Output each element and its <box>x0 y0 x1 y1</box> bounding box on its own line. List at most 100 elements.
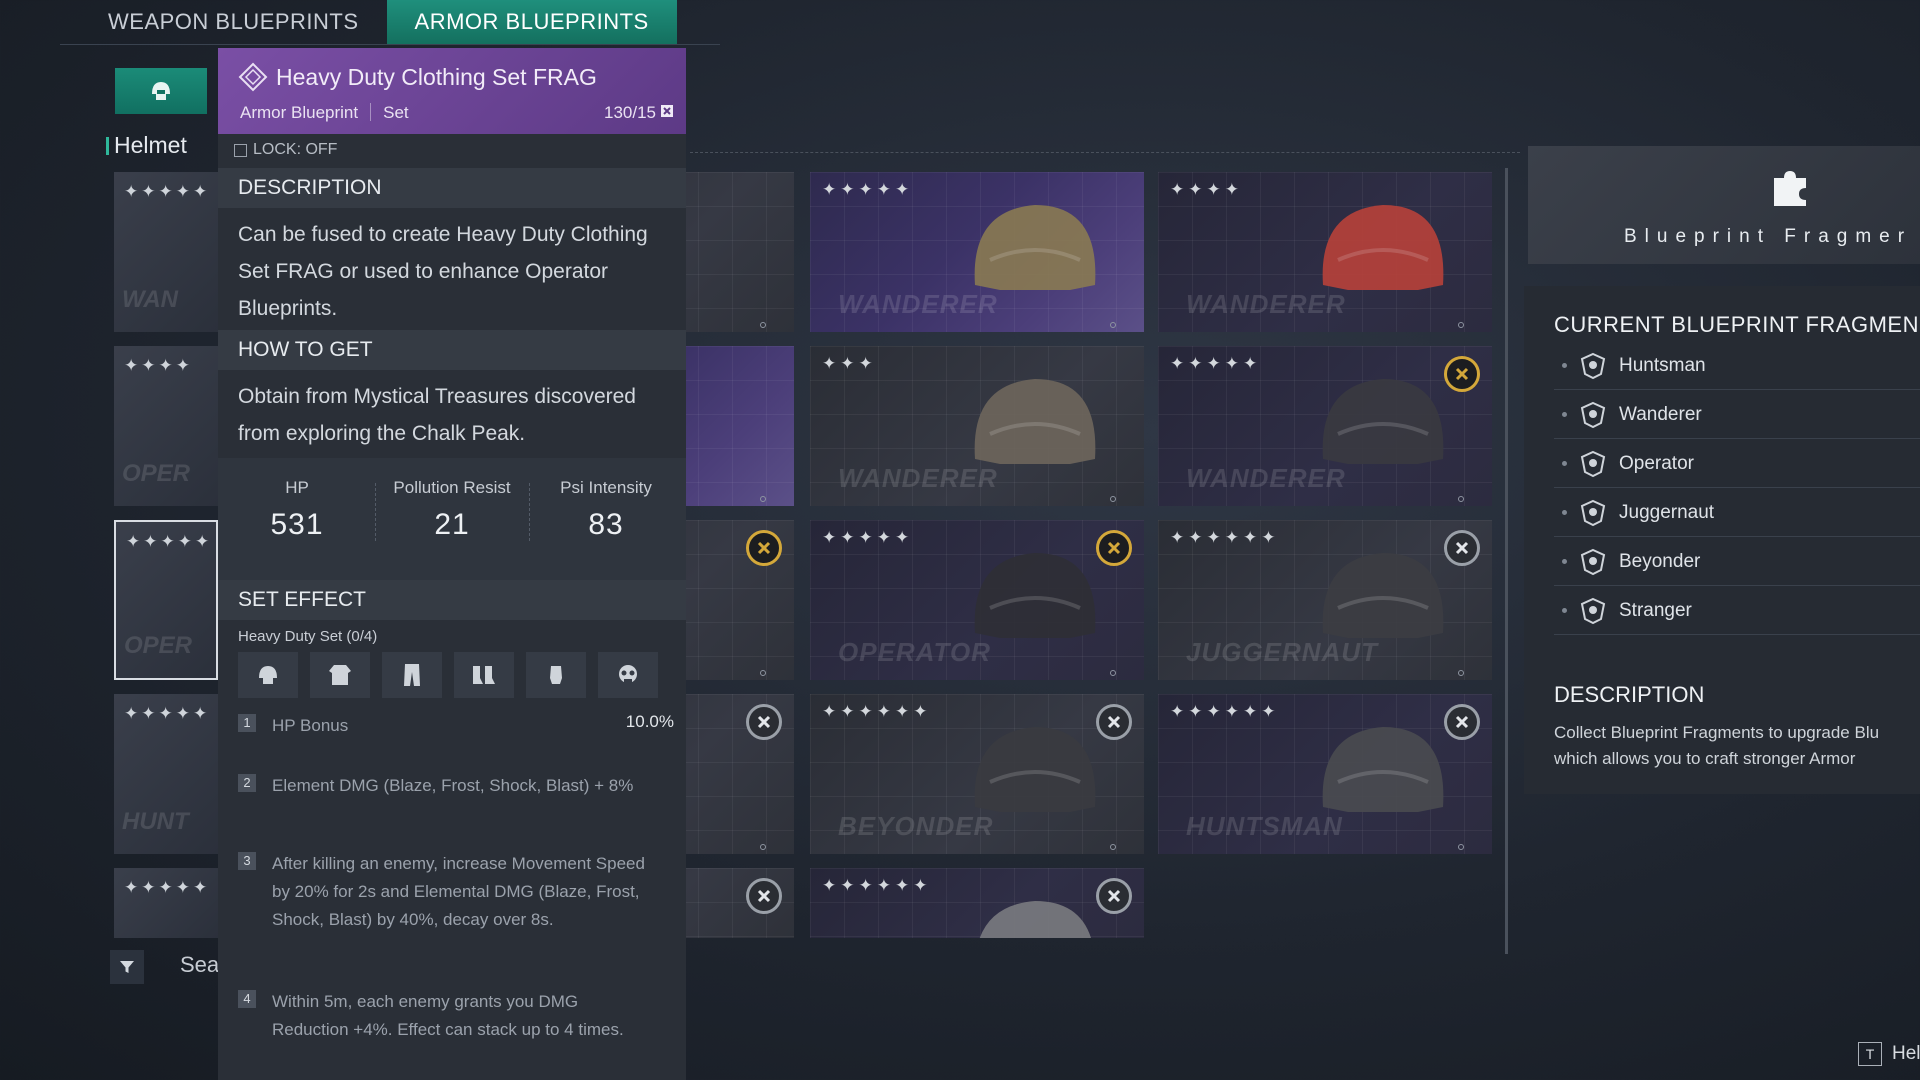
search-input[interactable]: Sea <box>180 952 219 978</box>
blueprint-card[interactable]: ✦✦✦✦✦✦ BEYONDER <box>810 694 1144 854</box>
bullet <box>1562 559 1567 564</box>
filter-button[interactable] <box>110 950 144 984</box>
fragment-description-line: Collect Blueprint Fragments to upgrade B… <box>1554 723 1880 742</box>
helmet-image <box>974 379 1096 464</box>
fragment-icon <box>661 105 673 117</box>
rarity-stars: ✦✦✦✦✦✦ <box>822 702 932 721</box>
rarity-stars: ✦✦✦ <box>822 354 877 373</box>
card-indicator-dot <box>1110 670 1116 676</box>
blueprint-card[interactable]: ✦✦✦✦✦ WANDERER <box>1158 346 1492 506</box>
pants-icon <box>404 664 420 686</box>
card-indicator-dot <box>760 322 766 328</box>
effect-text: Element DMG (Blaze, Frost, Shock, Blast)… <box>272 776 634 795</box>
tab-weapon-blueprints[interactable]: WEAPON BLUEPRINTS <box>80 0 387 44</box>
bullet <box>1562 510 1567 515</box>
blueprint-card[interactable]: ✦✦✦✦✦ WAN <box>114 172 218 332</box>
mask-icon <box>619 665 637 684</box>
card-indicator-dot <box>1110 496 1116 502</box>
blueprint-card[interactable]: ✦✦✦✦✦✦ HUNTSMAN <box>1158 694 1492 854</box>
set-piece-icons <box>238 652 658 698</box>
set-piece-helmet[interactable] <box>238 652 298 698</box>
card-indicator-dot <box>1458 670 1464 676</box>
fragment-description-line: which allows you to craft stronger Armor <box>1554 749 1856 768</box>
rarity-stars: ✦✦✦✦✦✦ <box>822 876 932 895</box>
fragment-item-operator[interactable]: Operator <box>1554 440 1920 488</box>
card-brand: OPER <box>124 632 193 659</box>
rarity-stars: ✦✦✦✦✦✦ <box>1170 702 1280 721</box>
fragment-badge-icon <box>746 878 782 914</box>
gloves-icon <box>550 666 562 684</box>
fragment-name: Stranger <box>1619 599 1692 621</box>
lock-label: LOCK: OFF <box>253 141 338 158</box>
set-piece-pants[interactable] <box>382 652 442 698</box>
set-effect-item: 1 HP Bonus 10.0% <box>238 712 674 740</box>
blueprint-card[interactable]: ✦✦✦✦✦✦ JUGGERNAUT <box>1158 520 1492 680</box>
card-indicator-dot <box>760 844 766 850</box>
fragment-name: Operator <box>1619 452 1694 474</box>
set-piece-chest[interactable] <box>310 652 370 698</box>
section-dashed-line <box>690 152 1520 153</box>
blueprint-card[interactable]: ✦✦✦✦ OPER <box>114 346 218 506</box>
blueprint-card[interactable]: ✦✦✦✦✦ WANDERER <box>810 172 1144 332</box>
detail-kind: Set <box>383 103 409 122</box>
blueprint-card[interactable]: ✦✦✦✦✦ <box>114 868 218 938</box>
blueprint-card[interactable]: ✦✦✦✦✦✦ <box>810 868 1144 938</box>
effect-text: HP Bonus <box>272 716 349 735</box>
helmet-image <box>974 553 1096 638</box>
helmet-image <box>1322 553 1444 638</box>
emblem-icon <box>1580 548 1606 575</box>
helmet-icon <box>152 82 170 100</box>
set-piece-mask[interactable] <box>598 652 658 698</box>
category-label: Helmet <box>106 132 187 158</box>
set-effect-item: 2 Element DMG (Blaze, Frost, Shock, Blas… <box>238 772 668 800</box>
filter-icon <box>120 961 134 973</box>
lock-toggle[interactable]: LOCK: OFF <box>234 141 337 159</box>
fragment-card-title: Blueprint Fragmer <box>1624 226 1913 247</box>
blueprint-card-selected[interactable]: ✦✦✦✦✦ OPER <box>114 520 218 680</box>
card-indicator-dot <box>1110 322 1116 328</box>
card-brand: WAN <box>122 286 178 313</box>
blueprint-card[interactable]: ✦✦✦ WANDERER <box>810 346 1144 506</box>
rarity-stars: ✦✦✦✦✦✦ <box>1170 528 1280 547</box>
set-piece-boots[interactable] <box>454 652 514 698</box>
helmet-image <box>974 727 1096 812</box>
fragment-item-juggernaut[interactable]: Juggernaut <box>1554 489 1920 537</box>
effect-number: 1 <box>238 714 256 732</box>
blueprint-card[interactable]: ✦✦✦✦✦ HUNT <box>114 694 218 854</box>
card-brand: OPER <box>122 460 191 487</box>
set-piece-gloves[interactable] <box>526 652 586 698</box>
fragment-item-wanderer[interactable]: Wanderer <box>1554 391 1920 439</box>
bullet <box>1562 412 1567 417</box>
scrollbar[interactable] <box>1505 168 1508 954</box>
rarity-stars: ✦✦✦✦✦ <box>124 878 211 897</box>
blueprint-diamond-icon <box>238 62 268 92</box>
helmet-image <box>1322 727 1444 812</box>
fragment-item-stranger[interactable]: Stranger <box>1554 587 1920 635</box>
stats-panel: HP 531 Pollution Resist 21 Psi Intensity… <box>218 458 686 588</box>
set-effect-item: 4 Within 5m, each enemy grants you DMG R… <box>238 988 668 1044</box>
blueprint-card[interactable]: ✦✦✦✦✦ OPERATOR <box>810 520 1144 680</box>
stat-value: 83 <box>588 508 624 541</box>
fragment-item-huntsman[interactable]: Huntsman <box>1554 342 1920 390</box>
tab-armor-blueprints[interactable]: ARMOR BLUEPRINTS <box>386 0 677 44</box>
fragment-badge-icon <box>746 530 782 566</box>
helmet-icon <box>259 666 277 684</box>
fragment-count: 130/15 <box>604 103 656 122</box>
blueprint-card[interactable]: ✦✦✦✦ WANDERER <box>1158 172 1492 332</box>
fragment-badge-icon <box>746 704 782 740</box>
category-helmet-button[interactable] <box>115 68 207 114</box>
effect-number: 3 <box>238 852 256 870</box>
emblem-icon <box>1580 499 1606 526</box>
emblem-icon <box>1580 597 1606 624</box>
blueprint-detail-panel: Heavy Duty Clothing Set FRAG Armor Bluep… <box>218 48 686 1080</box>
rarity-stars: ✦✦✦✦ <box>124 356 193 375</box>
boots-icon <box>473 666 495 684</box>
bullet <box>1562 461 1567 466</box>
rarity-stars: ✦✦✦✦✦ <box>124 704 211 723</box>
rarity-stars: ✦✦✦✦✦ <box>126 532 213 551</box>
help-key-hint[interactable]: T <box>1858 1042 1882 1066</box>
fragment-description: Collect Blueprint Fragments to upgrade B… <box>1554 720 1920 772</box>
fragment-item-beyonder[interactable]: Beyonder <box>1554 538 1920 586</box>
card-indicator-dot <box>760 670 766 676</box>
emblem-icon <box>1580 401 1606 428</box>
